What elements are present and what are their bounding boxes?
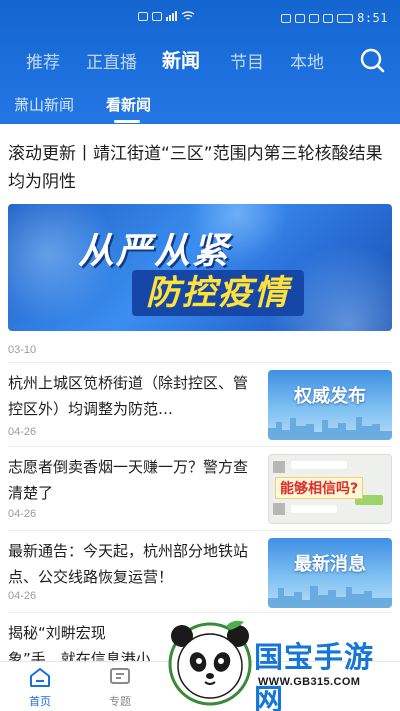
tab-news[interactable]: 新闻 <box>162 46 200 73</box>
message-icon <box>152 11 162 21</box>
search-icon[interactable] <box>358 46 386 74</box>
subtab-xiaoshan-news[interactable]: 萧山新闻 <box>14 94 74 115</box>
news-item-thumbnail[interactable]: 能够相信吗? <box>268 454 392 524</box>
home-icon <box>30 668 50 687</box>
news-item-date: 04-26 <box>8 508 37 520</box>
battery-icon <box>337 13 354 23</box>
status-bar: 8:51 <box>0 0 400 36</box>
news-item-date: 04-26 <box>8 590 37 602</box>
app-header: 8:51 推荐 正直播 新闻 节目 本地 萧山新闻 看新闻 <box>0 0 400 124</box>
bottom-nav-topics[interactable]: 专题 <box>94 666 146 709</box>
topic-icon <box>110 668 130 684</box>
vibrate-icon <box>295 13 306 23</box>
news-feed[interactable]: 滚动更新丨靖江街道“三区”范围内第三轮核酸结果均为阴性 从严从紧 防控疫情 03… <box>0 124 400 661</box>
news-item-date: 04-26 <box>8 426 37 438</box>
alarm-icon <box>323 13 334 23</box>
divider <box>8 446 392 447</box>
headline-banner-image[interactable]: 从严从紧 防控疫情 <box>8 204 392 331</box>
signal-icon <box>166 11 177 21</box>
news-item-thumbnail[interactable]: 权威发布 <box>268 370 392 440</box>
subtab-watch-news[interactable]: 看新闻 <box>106 94 151 115</box>
wifi-icon <box>181 11 195 20</box>
bottom-nav-label: 专题 <box>109 695 131 708</box>
news-item-thumbnail[interactable]: 最新消息 <box>268 538 392 608</box>
notification-icon <box>138 11 148 21</box>
top-nav: 推荐 正直播 新闻 节目 本地 <box>0 40 400 84</box>
divider <box>8 530 392 531</box>
skyline-graphic <box>268 586 392 608</box>
banner-line1: 从严从紧 <box>78 231 231 272</box>
tab-local[interactable]: 本地 <box>290 48 324 73</box>
headline-title[interactable]: 滚动更新丨靖江街道“三区”范围内第三轮核酸结果均为阴性 <box>8 140 392 196</box>
news-item-title[interactable]: 杭州上城区笕桥街道（除封控区、管控区外）均调整为防范… <box>8 370 254 422</box>
tab-live[interactable]: 正直播 <box>86 48 137 73</box>
bottom-nav-label: 首页 <box>29 695 51 708</box>
tab-programs[interactable]: 节目 <box>230 48 264 73</box>
active-tab-indicator <box>114 120 140 123</box>
headline-date: 03-10 <box>8 344 37 356</box>
tab-recommend[interactable]: 推荐 <box>26 48 60 73</box>
thumbnail-text: 最新消息 <box>294 554 366 575</box>
site-watermark: 国宝手游网 WWW.GB315.COM <box>150 612 400 711</box>
bluetooth-icon <box>309 13 320 23</box>
news-item-title[interactable]: 揭秘“刘畊宏现象”手，就在信息港小 <box>8 620 158 661</box>
nfc-icon <box>281 13 292 23</box>
skyline-graphic <box>268 417 392 440</box>
sub-nav: 萧山新闻 看新闻 <box>0 86 400 124</box>
thumbnail-text: 能够相信吗? <box>275 477 364 499</box>
watermark-title: 国宝手游网 <box>254 640 375 711</box>
news-item-title[interactable]: 最新通告：今天起，杭州部分地铁站点、公交线路恢复运营！ <box>8 538 254 590</box>
clock: 8:51 <box>357 11 388 25</box>
banner-line2: 防控疫情 <box>132 270 304 316</box>
thumbnail-text: 权威发布 <box>294 386 366 407</box>
status-left-icons <box>138 11 195 21</box>
watermark-url: WWW.GB315.COM <box>258 676 361 688</box>
panda-logo-icon <box>168 620 252 706</box>
divider <box>8 362 392 363</box>
news-item-title[interactable]: 志愿者倒卖香烟一天赚一万？警方查清楚了 <box>8 454 254 506</box>
bottom-nav-home[interactable]: 首页 <box>14 666 66 709</box>
status-right-icons: 8:51 <box>281 11 388 25</box>
